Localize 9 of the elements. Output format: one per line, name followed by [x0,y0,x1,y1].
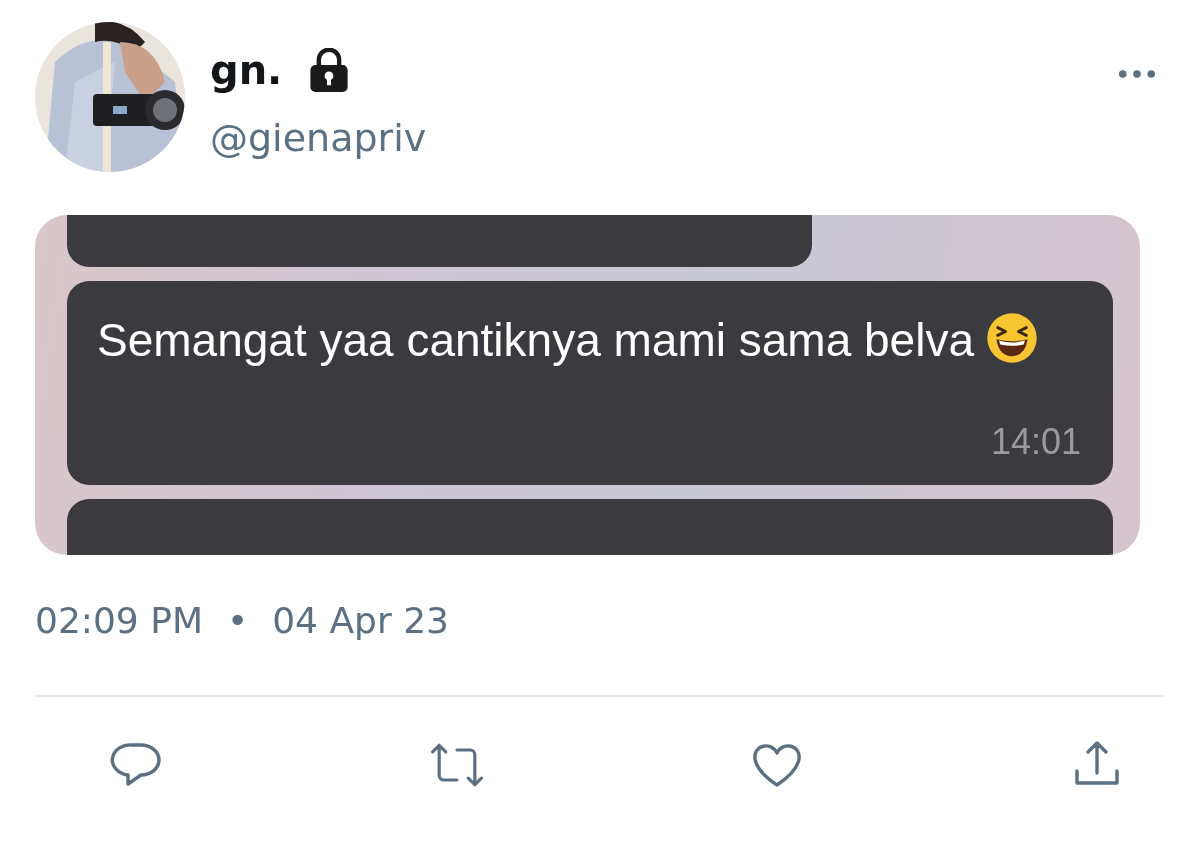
separator-dot: • [226,600,249,641]
message-text: Semangat yaa cantiknya mami sama belva [97,314,974,366]
more-icon[interactable] [1118,69,1156,79]
user-handle[interactable]: @gienapriv [210,116,1118,160]
tweet-date[interactable]: 04 Apr 23 [272,600,449,641]
chat-screenshot[interactable]: Semangat yaa cantiknya mami sama belva 14:01 [35,215,1140,555]
message-time: 14:01 [990,421,1081,463]
tweet-time[interactable]: 02:09 PM [35,600,203,641]
display-name[interactable]: gn. [210,44,283,96]
